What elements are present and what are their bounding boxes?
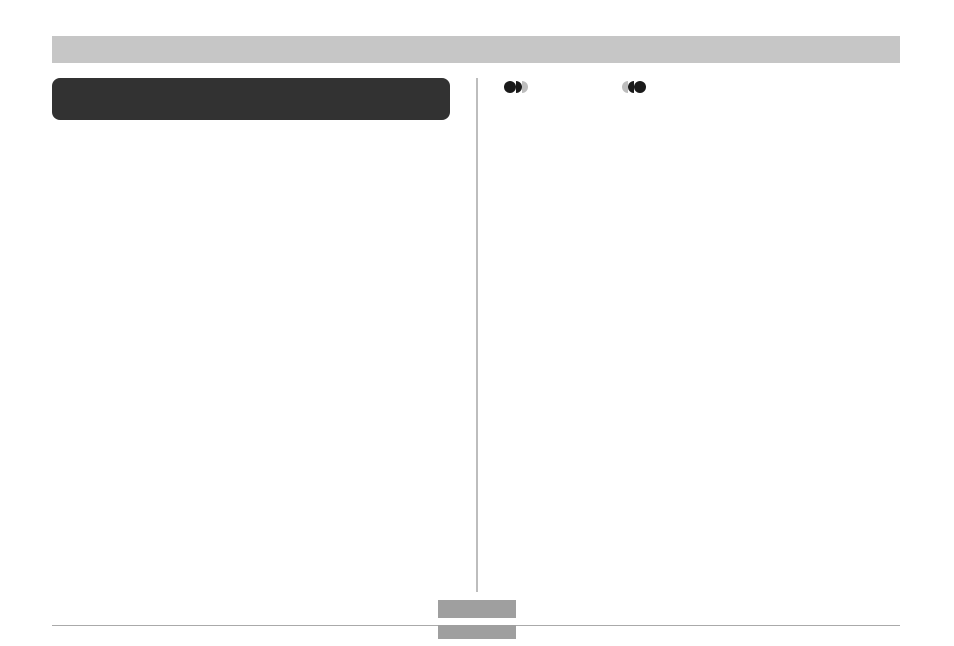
cast-on-icon: [504, 78, 528, 96]
heading-pill: [52, 78, 450, 120]
cast-off-icon: [622, 78, 646, 96]
column-divider: [476, 78, 478, 592]
left-column: [52, 78, 450, 120]
page-tab-upper: [438, 600, 516, 618]
right-column: [504, 78, 884, 96]
page-tab-lower: [438, 625, 516, 639]
header-bar: [52, 36, 900, 63]
